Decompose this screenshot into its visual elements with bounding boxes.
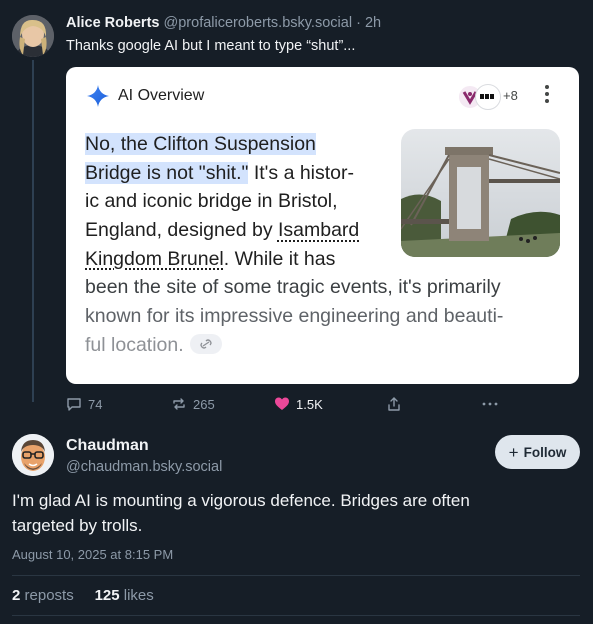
reposts-label: reposts <box>24 587 74 604</box>
more-icon <box>482 402 498 406</box>
follow-button[interactable]: + Follow <box>495 435 580 469</box>
likes-stat[interactable]: 125 likes <box>95 587 154 604</box>
post-header: Alice Roberts @profaliceroberts.bsky.soc… <box>66 15 381 31</box>
author-handle[interactable]: @chaudman.bsky.social <box>66 459 222 475</box>
post-text-line: I'm glad AI is mounting a vigorous defen… <box>12 491 470 510</box>
follow-label: Follow <box>523 444 567 460</box>
body-text: . While it has <box>223 247 336 270</box>
like-count: 1.5K <box>296 396 323 412</box>
plus-icon: + <box>508 442 519 462</box>
kebab-menu-icon[interactable] <box>541 83 553 107</box>
avatar[interactable] <box>12 434 54 476</box>
post-stats: 2 reposts 125 likes <box>12 587 154 604</box>
source-favicon <box>475 84 501 110</box>
share-icon <box>388 397 400 411</box>
highlighted-answer: Bridge is not "shit." <box>85 161 249 184</box>
avatar[interactable] <box>12 15 54 57</box>
likes-count: 125 <box>94 587 120 604</box>
link-icon[interactable] <box>189 333 222 354</box>
sources-more-count[interactable]: +8 <box>503 88 518 103</box>
share-button[interactable] <box>386 396 402 412</box>
entity-link[interactable]: Kingdom Brunel <box>85 248 224 270</box>
author-name[interactable]: Alice Roberts <box>66 15 159 31</box>
body-text: ful location. <box>85 333 184 356</box>
reply-button[interactable]: 74 <box>66 396 102 412</box>
entity-link[interactable]: Isambard <box>278 219 359 241</box>
post-text: Thanks google AI but I meant to type “sh… <box>66 38 356 54</box>
divider <box>12 575 580 576</box>
thread-line <box>32 60 34 402</box>
more-button[interactable] <box>481 396 499 412</box>
repost-count: 265 <box>193 396 215 412</box>
reply-count: 74 <box>88 396 103 412</box>
post-text-line: targeted by trolls. <box>12 515 143 535</box>
ai-overview-card[interactable]: AI Overview +8 No, the Clifton Suspensio… <box>66 67 579 384</box>
divider <box>12 615 580 616</box>
body-text: ic and iconic bridge in Bristol, <box>85 190 338 213</box>
reply-icon <box>67 398 81 411</box>
repost-icon <box>173 398 185 410</box>
author-name[interactable]: Chaudman <box>66 437 149 455</box>
body-text: been the site of some tragic events, it'… <box>85 276 501 299</box>
body-text: It's a histor- <box>248 161 355 184</box>
highlighted-answer: No, the Clifton Suspension <box>85 133 316 155</box>
gemini-sparkle-icon <box>87 85 109 107</box>
heart-icon <box>275 397 289 410</box>
post-text: I'm glad AI is mounting a vigorous defen… <box>12 489 582 538</box>
post-time[interactable]: 2h <box>365 15 381 31</box>
source-icons[interactable] <box>457 84 529 110</box>
ai-overview-text: No, the Clifton Suspension Bridge is not… <box>85 130 565 360</box>
repost-button[interactable]: 265 <box>171 396 215 412</box>
like-button[interactable]: 1.5K <box>274 396 323 412</box>
body-text: England, designed by <box>85 219 278 242</box>
reposts-count: 2 <box>12 587 21 604</box>
body-text: known for its impressive engineering and… <box>85 305 504 328</box>
post-timestamp: August 10, 2025 at 8:15 PM <box>12 547 174 562</box>
separator: · <box>356 15 361 31</box>
author-handle[interactable]: @profaliceroberts.bsky.social <box>164 15 353 31</box>
likes-label: likes <box>123 587 154 604</box>
ai-overview-title: AI Overview <box>118 87 205 104</box>
reposts-stat[interactable]: 2 reposts <box>12 587 74 604</box>
